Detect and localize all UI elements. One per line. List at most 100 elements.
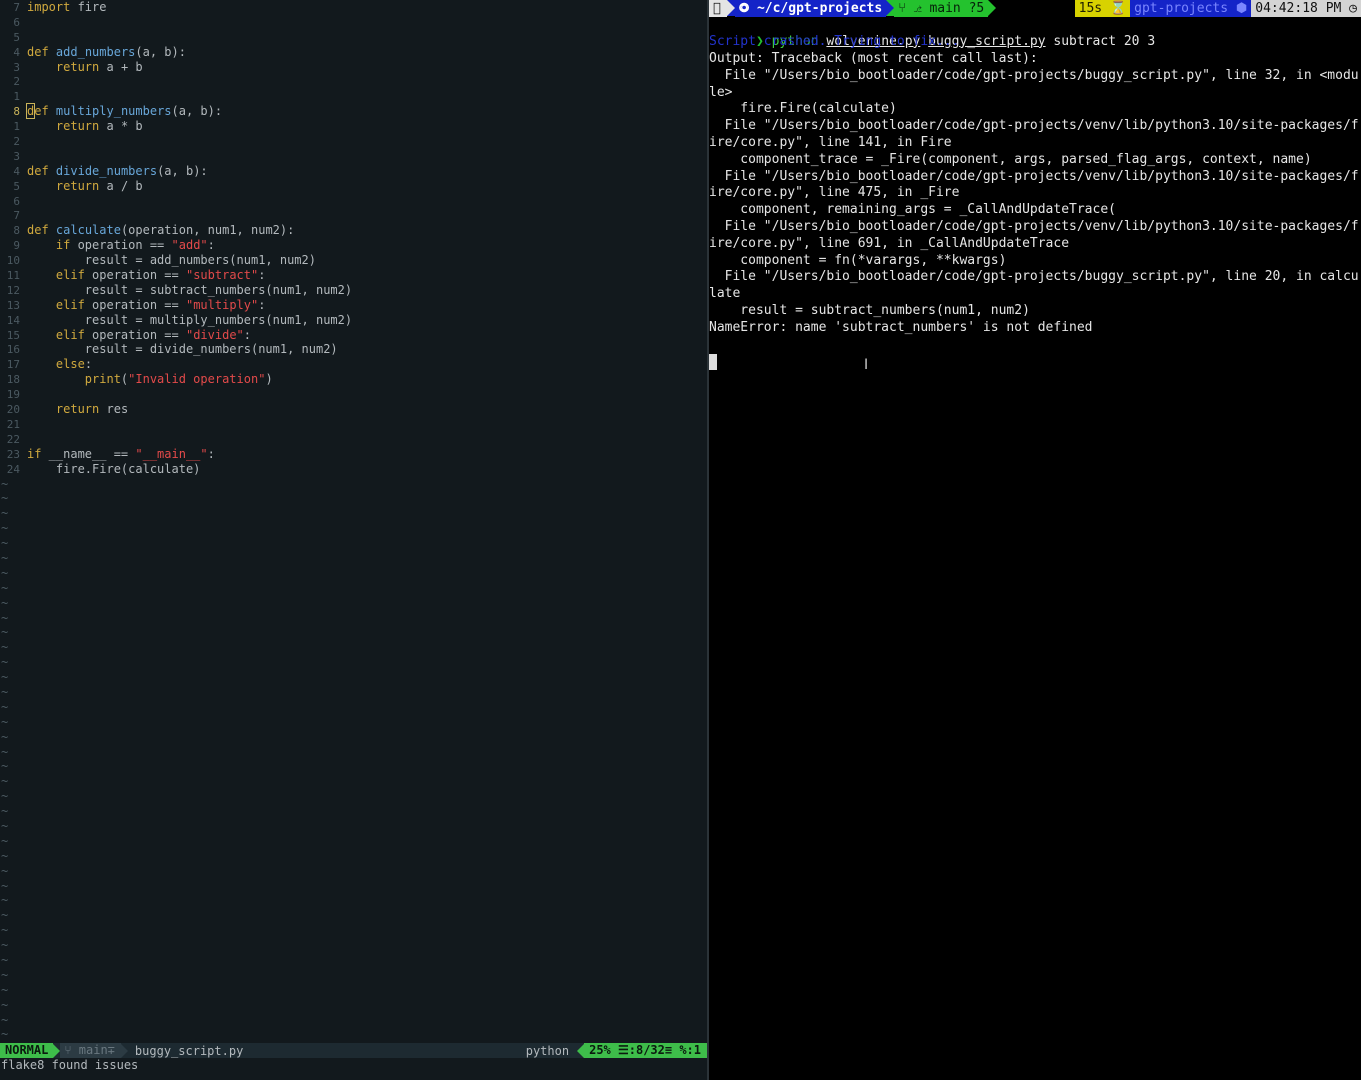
code-text: def calculate(operation, num1, num2): — [20, 223, 294, 238]
code-line[interactable]: 14 result = multiply_numbers(num1, num2) — [0, 313, 707, 328]
empty-line-tilde: ~ — [1, 804, 9, 819]
code-token: print — [84, 372, 121, 387]
traceback-line: fire.Fire(calculate) — [709, 101, 897, 117]
vim-statusline: NORMAL ⑂ main∓ buggy_script.py python 25… — [0, 1043, 707, 1058]
code-token: add_numbers — [55, 44, 136, 59]
code-token: : — [243, 327, 251, 342]
code-line[interactable]: 5 — [0, 30, 707, 45]
code-line[interactable]: 2 — [0, 74, 707, 89]
code-line[interactable]: 12 result = subtract_numbers(num1, num2) — [0, 283, 707, 298]
code-line[interactable]: 1 — [0, 89, 707, 104]
vim-buffer[interactable]: 7 import fire 6 5 4 def add_numbers(a, b): 3 r… — [0, 0, 707, 1042]
empty-line-tilde: ~ — [1, 774, 9, 789]
code-line[interactable]: 3 — [0, 149, 707, 164]
code-token: result = multiply_numbers(num1, num2) — [27, 312, 353, 327]
vim-message-line: flake8 found issues — [1, 1058, 139, 1072]
traceback-line: component_trace = _Fire(component, args,… — [709, 151, 1312, 167]
line-number: 24 — [6, 462, 20, 476]
prompt-clock: 04:42:18 PM ◷ — [1251, 0, 1361, 17]
terminal-command-line[interactable]: ❯ python wolverine.py buggy_script.py su… — [709, 17, 1361, 49]
code-line[interactable]: 13 elif operation == "multiply": — [0, 298, 707, 313]
code-text: return a * b — [20, 119, 143, 134]
prompt-directory: ⭗ ~/c/gpt-projects — [734, 0, 887, 17]
code-token: "divide" — [185, 327, 244, 342]
prompt-git-status: ⑂ ⎇ main ?5 — [894, 0, 989, 17]
code-line[interactable]: 7 import fire — [0, 0, 707, 15]
code-token: __name__ == — [41, 446, 136, 461]
code-token: operation == — [84, 297, 186, 312]
empty-line-tilde: ~ — [1, 491, 9, 506]
line-number: 3 — [13, 60, 20, 74]
empty-line-tilde: ~ — [1, 1027, 9, 1042]
code-line[interactable]: 20 return res — [0, 402, 707, 417]
code-token: (operation, num1, num2): — [120, 223, 295, 238]
code-line[interactable]: 8 def calculate(operation, num1, num2): — [0, 223, 707, 238]
code-line[interactable]: 10 result = add_numbers(num1, num2) — [0, 253, 707, 268]
traceback-line: File "/Users/bio_bootloader/code/gpt-pro… — [709, 269, 1359, 285]
code-line[interactable]: 22 — [0, 432, 707, 447]
code-token: (a, b): — [135, 44, 186, 59]
code-line[interactable]: 2 — [0, 134, 707, 149]
code-line[interactable]: 18 print("Invalid operation") — [0, 372, 707, 387]
empty-line-tilde: ~ — [1, 789, 9, 804]
code-line[interactable]: 16 result = divide_numbers(num1, num2) — [0, 342, 707, 357]
empty-line-tilde: ~ — [1, 908, 9, 923]
code-line[interactable]: 1 return a * b — [0, 119, 707, 134]
code-line[interactable]: 17 else: — [0, 357, 707, 372]
code-line[interactable]: 19 — [0, 387, 707, 402]
code-token: operation == — [70, 238, 172, 253]
line-number: 4 — [13, 164, 20, 178]
code-token: return — [55, 119, 100, 134]
code-line[interactable]: 7 — [0, 208, 707, 223]
traceback-line: File "/Users/bio_bootloader/code/gpt-pro… — [709, 219, 1359, 234]
vim-status-filename: buggy_script.py — [134, 1043, 244, 1058]
code-line[interactable]: 8 def multiply_numbers(a, b): — [0, 103, 707, 120]
code-line[interactable]: 4 def divide_numbers(a, b): — [0, 164, 707, 179]
empty-line-tilde: ~ — [1, 938, 9, 953]
code-line[interactable]: 24 fire.Fire(calculate) — [0, 462, 707, 477]
code-token: def — [27, 163, 49, 178]
code-token: result = divide_numbers(num1, num2) — [27, 342, 338, 357]
powerline-arrow-icon — [577, 1043, 585, 1058]
code-line[interactable]: 6 — [0, 15, 707, 30]
empty-line-tilde: ~ — [1, 699, 9, 714]
code-text: fire.Fire(calculate) — [20, 462, 201, 477]
code-token: elif — [55, 327, 85, 342]
code-line[interactable]: 4 def add_numbers(a, b): — [0, 45, 707, 60]
code-line[interactable]: 5 return a / b — [0, 179, 707, 194]
code-line[interactable]: 21 — [0, 417, 707, 432]
code-line[interactable]: 15 elif operation == "divide": — [0, 328, 707, 343]
code-line[interactable]: 6 — [0, 194, 707, 209]
code-line[interactable]: 23 if __name__ == "__main__": — [0, 447, 707, 462]
empty-line-tilde: ~ — [1, 536, 9, 551]
code-line[interactable]: 11 elif operation == "subtract": — [0, 268, 707, 283]
code-line[interactable]: 3 return a + b — [0, 60, 707, 75]
empty-line-tilde: ~ — [1, 670, 9, 685]
line-number: 21 — [6, 417, 20, 431]
code-line[interactable]: 9 if operation == "add": — [0, 238, 707, 253]
empty-line-tilde: ~ — [1, 625, 9, 640]
screen: 7 import fire 6 5 4 def add_numbers(a, b): 3 r… — [0, 0, 1361, 1080]
code-text: if __name__ == "__main__": — [20, 447, 215, 462]
code-text: result = add_numbers(num1, num2) — [20, 253, 316, 268]
empty-line-tilde: ~ — [1, 595, 9, 610]
empty-line-tilde: ~ — [1, 833, 9, 848]
apple-logo-icon:  — [709, 0, 727, 17]
line-number: 16 — [6, 343, 20, 357]
code-token: a + b — [99, 59, 143, 74]
code-token: elif — [55, 297, 85, 312]
traceback-line: late — [709, 286, 741, 302]
vim-git-branch: ⑂ main∓ — [60, 1043, 121, 1058]
terminal-pane[interactable]:  ⭗ ~/c/gpt-projects ⑂ ⎇ main ?5 15s ⌛ g… — [709, 0, 1361, 1080]
code-text: return a / b — [20, 179, 143, 194]
empty-line-tilde: ~ — [1, 997, 9, 1012]
traceback-line: le> — [709, 84, 733, 100]
vim-editor-pane[interactable]: 7 import fire 6 5 4 def add_numbers(a, b): 3 r… — [0, 0, 707, 1080]
empty-line-tilde: ~ — [1, 655, 9, 670]
line-number: 5 — [13, 30, 20, 44]
